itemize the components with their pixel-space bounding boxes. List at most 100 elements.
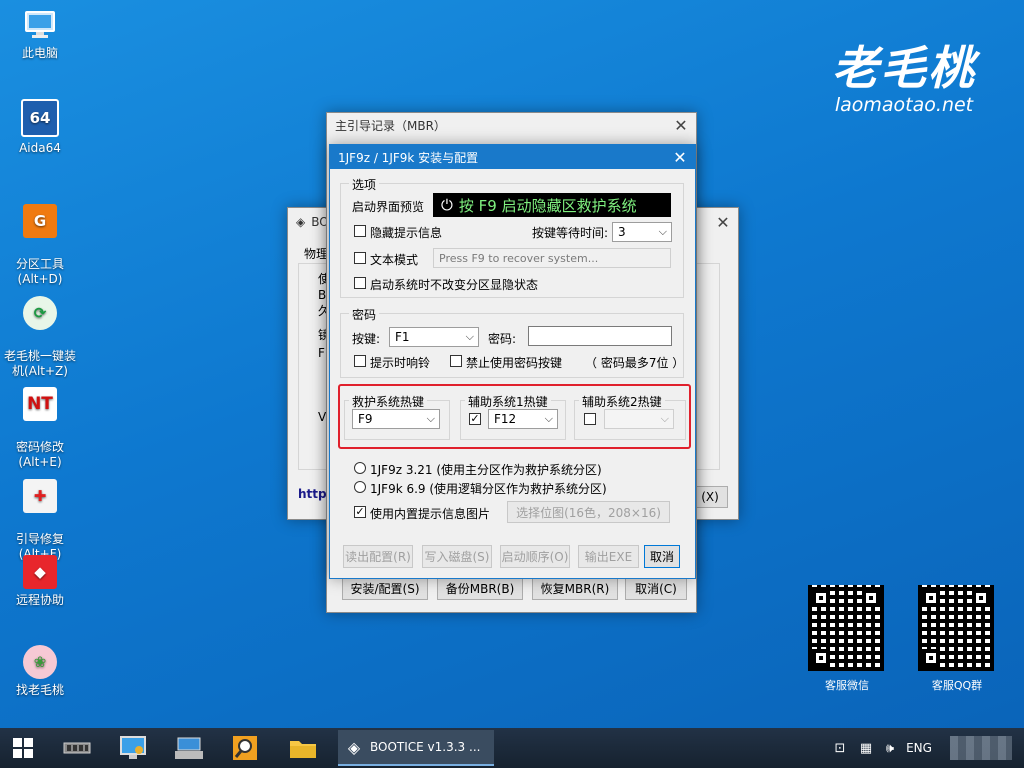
dialog-cancel-button[interactable]: 取消 <box>644 545 680 568</box>
jf9z-radio-label: 1JF9z 3.21 (使用主分区作为救护系统分区) <box>370 463 602 477</box>
text-mode-checkbox[interactable] <box>354 252 366 264</box>
preview-label: 启动界面预览 <box>352 200 425 214</box>
brand-logo: 老毛桃 laomaotao.net <box>832 40 976 116</box>
volume-icon[interactable]: 🕪 <box>880 734 900 762</box>
desktop-icon-remote-assist[interactable]: ◆ 远程协助 <box>4 555 76 608</box>
chevron-down-icon: ⌵ <box>426 412 435 425</box>
taskbar: ◈ BOOTICE v1.3.3 ... ⊡ ▦ 🕪 ENG <box>0 728 1024 768</box>
desktop-icon-boot-repair[interactable]: ✚ 引导修复 (Alt+F) <box>4 464 76 562</box>
hide-tip-checkbox[interactable] <box>354 225 366 237</box>
desktop-icon-password-change[interactable]: NT 密码修改 (Alt+E) <box>4 372 76 470</box>
keyboard-tool-icon[interactable] <box>174 734 204 762</box>
computer-icon <box>23 8 57 42</box>
install-config-button[interactable]: 安装/配置(S) <box>342 576 428 600</box>
button-label: 读出配置(R) <box>345 550 411 564</box>
aux1-hotkey-checkbox[interactable]: ✓ <box>469 413 481 425</box>
bootice-exit-button[interactable]: (X) <box>692 486 728 508</box>
aux2-hotkey-checkbox[interactable] <box>584 413 596 425</box>
preview-text: 按 F9 启动隐藏区救护系统 <box>458 196 637 215</box>
jf9k-radio[interactable] <box>354 481 366 493</box>
qr-label: 客服QQ群 <box>931 679 983 692</box>
chevron-down-icon: ⌵ <box>465 330 474 343</box>
close-icon[interactable]: ✕ <box>708 208 738 236</box>
wait-time-select[interactable]: 3 ⌵ <box>612 222 672 242</box>
password-change-icon: NT <box>23 387 57 421</box>
text-mode-placeholder: Press F9 to recover system... <box>439 251 599 265</box>
password-label: 密码: <box>488 332 517 346</box>
beep-label: 提示时响铃 <box>370 356 431 370</box>
export-exe-button[interactable]: 输出EXE <box>578 545 639 568</box>
button-label: 取消 <box>649 550 674 564</box>
qr-wechat: 客服微信 <box>808 585 886 693</box>
password-group-title: 密码 <box>349 306 380 323</box>
restore-mbr-button[interactable]: 恢复MBR(R) <box>532 576 618 600</box>
network-icon[interactable]: ⊡ <box>830 734 850 762</box>
chevron-down-icon: ⌵ <box>658 225 667 238</box>
password-key-select[interactable]: F1 ⌵ <box>389 327 479 347</box>
close-icon[interactable]: ✕ <box>665 145 695 169</box>
aux1-hotkey-select[interactable]: F12 ⌵ <box>488 409 558 429</box>
aida64-icon: 64 <box>21 99 59 137</box>
search-tool-icon[interactable] <box>230 734 260 762</box>
find-laomaotao-icon: ❀ <box>23 645 57 679</box>
boot-order-button[interactable]: 启动顺序(O) <box>500 545 570 568</box>
desktop-icon-label: Aida64 <box>19 141 61 155</box>
jf9-config-dialog: 1JF9z / 1JF9k 安装与配置 ✕ 选项 启动界面预览 ⏻ 按 F9 启… <box>329 144 696 579</box>
language-label: ENG <box>906 741 932 755</box>
mbr-title: 主引导记录（MBR） <box>335 118 446 133</box>
language-indicator[interactable]: ENG <box>902 734 936 762</box>
bootice-app-icon: ◈ <box>347 737 361 757</box>
wait-time-label: 按键等待时间: <box>532 226 609 240</box>
remote-assist-icon: ◆ <box>23 555 57 589</box>
aux2-hotkey-title: 辅助系统2热键 <box>579 393 665 410</box>
boot-repair-icon: ✚ <box>23 479 57 513</box>
close-icon[interactable]: ✕ <box>666 113 696 137</box>
memory-chip-icon[interactable] <box>62 734 92 762</box>
cancel-button[interactable]: 取消(C) <box>625 576 687 600</box>
color-display-icon[interactable]: ▦ <box>856 734 876 762</box>
desktop-icon-find-laomaotao[interactable]: ❀ 找老毛桃 <box>4 645 76 698</box>
bootice-app-icon: ◈ <box>296 215 306 229</box>
desktop-icon-label: 找老毛桃 <box>15 683 64 697</box>
windows-start-icon[interactable] <box>8 734 38 762</box>
clock-area[interactable] <box>950 736 1012 760</box>
rescue-hotkey-select[interactable]: F9 ⌵ <box>352 409 440 429</box>
brand-logo-url: laomaotao.net <box>834 94 974 116</box>
password-input[interactable] <box>528 326 672 346</box>
taskbar-bootice-task[interactable]: ◈ BOOTICE v1.3.3 ... <box>338 730 494 766</box>
text-mode-label: 文本模式 <box>370 253 419 267</box>
desktop-icon-computer[interactable]: 此电脑 <box>4 8 76 61</box>
chevron-down-icon: ⌵ <box>660 412 669 425</box>
builtin-image-checkbox[interactable]: ✓ <box>354 506 366 518</box>
backup-mbr-button[interactable]: 备份MBR(B) <box>437 576 523 600</box>
power-icon: ⏻ <box>441 196 453 214</box>
password-key-label: 按键: <box>352 332 381 346</box>
dialog-title: 1JF9z / 1JF9k 安装与配置 <box>338 150 479 165</box>
jf9z-radio[interactable] <box>354 462 366 474</box>
read-config-button[interactable]: 读出配置(R) <box>343 545 413 568</box>
jf9k-radio-label: 1JF9k 6.9 (使用逻辑分区作为救护系统分区) <box>370 482 607 496</box>
beep-checkbox[interactable] <box>354 355 366 367</box>
aux2-hotkey-select[interactable]: ⌵ <box>604 409 674 429</box>
button-label: 取消(C) <box>635 581 677 596</box>
write-disk-button[interactable]: 写入磁盘(S) <box>422 545 492 568</box>
button-label: 启动顺序(O) <box>501 550 569 564</box>
aux1-hotkey-title: 辅助系统1热键 <box>465 393 551 410</box>
taskbar-task-label: BOOTICE v1.3.3 ... <box>370 740 481 754</box>
bootice-exit-label: (X) <box>701 490 719 504</box>
disable-password-key-checkbox[interactable] <box>450 355 462 367</box>
desktop-icon-aida64[interactable]: 64 Aida64 <box>4 99 76 156</box>
chevron-down-icon: ⌵ <box>544 412 553 425</box>
select-bitmap-button[interactable]: 选择位图(16色，208×16) <box>507 501 670 523</box>
desktop-icon-partition-tool[interactable]: G 分区工具 (Alt+D) <box>4 189 76 287</box>
desktop-icon-one-key-install[interactable]: ⟳ 老毛桃一键装 机(Alt+Z) <box>4 281 76 379</box>
password-key-value: F1 <box>395 330 410 344</box>
rescue-hotkey-title: 救护系统热键 <box>349 393 428 410</box>
monitor-settings-icon[interactable] <box>118 734 148 762</box>
folder-icon[interactable] <box>288 734 318 762</box>
text-mode-input[interactable]: Press F9 to recover system... <box>433 248 671 268</box>
no-change-partition-checkbox[interactable] <box>354 277 366 289</box>
partition-tool-icon: G <box>23 204 57 238</box>
no-change-partition-label: 启动系统时不改变分区显隐状态 <box>370 278 539 292</box>
bootice-tab-physical[interactable]: 物理 <box>304 245 328 262</box>
